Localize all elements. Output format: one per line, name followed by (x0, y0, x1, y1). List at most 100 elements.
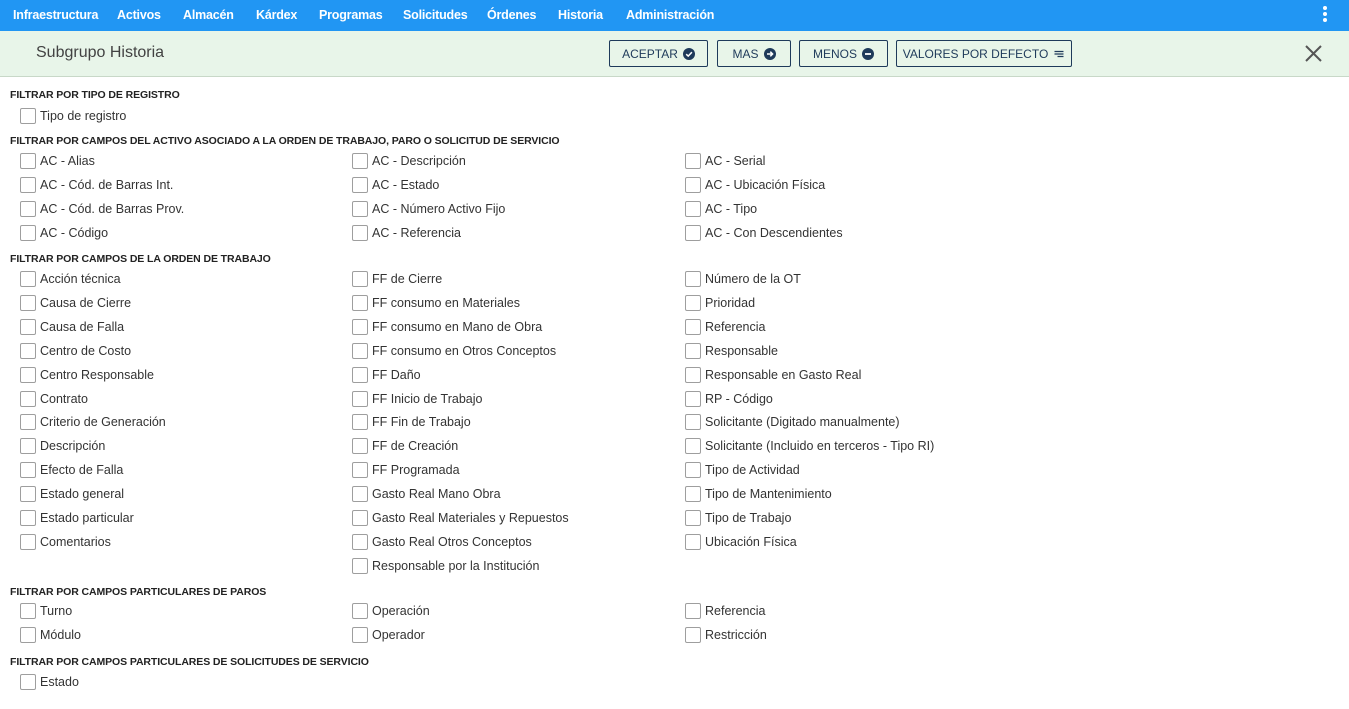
nav-item[interactable]: Historia (558, 0, 603, 31)
checkbox-box[interactable] (685, 153, 701, 169)
checkbox-box[interactable] (685, 438, 701, 454)
checkbox-box[interactable] (20, 603, 36, 619)
filter-checkbox[interactable]: AC - Con Descendientes (685, 224, 843, 242)
filter-checkbox[interactable]: Responsable en Gasto Real (685, 366, 861, 384)
nav-item[interactable]: Kárdex (256, 0, 297, 31)
nav-item[interactable]: Administración (626, 0, 714, 31)
filter-checkbox[interactable]: Responsable (685, 342, 778, 360)
checkbox-box[interactable] (685, 295, 701, 311)
checkbox-box[interactable] (352, 153, 368, 169)
filter-checkbox[interactable]: Gasto Real Otros Conceptos (352, 533, 532, 551)
checkbox-box[interactable] (352, 414, 368, 430)
filter-checkbox[interactable]: AC - Ubicación Física (685, 176, 825, 194)
checkbox-box[interactable] (352, 225, 368, 241)
filter-checkbox[interactable]: FF consumo en Otros Conceptos (352, 342, 556, 360)
checkbox-box[interactable] (20, 462, 36, 478)
checkbox-box[interactable] (20, 153, 36, 169)
checkbox-box[interactable] (685, 510, 701, 526)
filter-checkbox[interactable]: AC - Código (20, 224, 108, 242)
checkbox-box[interactable] (20, 627, 36, 643)
checkbox-box[interactable] (20, 367, 36, 383)
checkbox-box[interactable] (685, 462, 701, 478)
checkbox-box[interactable] (352, 295, 368, 311)
checkbox-box[interactable] (20, 319, 36, 335)
filter-checkbox[interactable]: Causa de Cierre (20, 294, 131, 312)
nav-item[interactable]: Infraestructura (13, 0, 98, 31)
filter-checkbox[interactable]: Operador (352, 626, 425, 644)
more-options-icon[interactable] (1318, 4, 1332, 24)
nav-item[interactable]: Almacén (183, 0, 234, 31)
nav-item[interactable]: Solicitudes (403, 0, 468, 31)
filter-checkbox[interactable]: FF Fin de Trabajo (352, 413, 471, 431)
filter-checkbox[interactable]: Comentarios (20, 533, 111, 551)
checkbox-box[interactable] (685, 367, 701, 383)
more-button[interactable]: MAS (717, 40, 791, 67)
checkbox-box[interactable] (352, 627, 368, 643)
checkbox-box[interactable] (685, 225, 701, 241)
filter-checkbox[interactable]: Causa de Falla (20, 318, 124, 336)
filter-checkbox[interactable]: Restricción (685, 626, 767, 644)
checkbox-box[interactable] (352, 438, 368, 454)
checkbox-box[interactable] (20, 534, 36, 550)
filter-checkbox[interactable]: Prioridad (685, 294, 755, 312)
checkbox-box[interactable] (20, 438, 36, 454)
checkbox-box[interactable] (685, 177, 701, 193)
nav-item[interactable]: Órdenes (487, 0, 537, 31)
filter-checkbox[interactable]: Criterio de Generación (20, 413, 166, 431)
filter-checkbox[interactable]: Centro Responsable (20, 366, 154, 384)
filter-checkbox[interactable]: AC - Cód. de Barras Prov. (20, 200, 184, 218)
filter-checkbox[interactable]: FF consumo en Mano de Obra (352, 318, 542, 336)
nav-item[interactable]: Activos (117, 0, 161, 31)
filter-checkbox[interactable]: Estado general (20, 485, 124, 503)
checkbox-box[interactable] (20, 510, 36, 526)
default-values-button[interactable]: VALORES POR DEFECTO (896, 40, 1072, 67)
filter-checkbox[interactable]: FF Inicio de Trabajo (352, 390, 482, 408)
accept-button[interactable]: ACEPTAR (609, 40, 708, 67)
filter-checkbox[interactable]: Tipo de Mantenimiento (685, 485, 832, 503)
checkbox-box[interactable] (20, 391, 36, 407)
close-icon[interactable] (1304, 44, 1323, 63)
filter-checkbox[interactable]: Centro de Costo (20, 342, 131, 360)
filter-checkbox[interactable]: Referencia (685, 602, 765, 620)
filter-checkbox[interactable]: Acción técnica (20, 270, 121, 288)
filter-checkbox[interactable]: FF de Creación (352, 437, 458, 455)
filter-checkbox[interactable]: FF Daño (352, 366, 421, 384)
checkbox-box[interactable] (352, 391, 368, 407)
checkbox-box[interactable] (20, 108, 36, 124)
filter-checkbox[interactable]: Turno (20, 602, 72, 620)
filter-checkbox[interactable]: Estado (20, 673, 79, 691)
filter-checkbox[interactable]: Solicitante (Incluido en terceros - Tipo… (685, 437, 934, 455)
checkbox-box[interactable] (352, 319, 368, 335)
checkbox-box[interactable] (352, 603, 368, 619)
filter-checkbox[interactable]: Operación (352, 602, 430, 620)
checkbox-box[interactable] (352, 367, 368, 383)
filter-checkbox[interactable]: Responsable por la Institución (352, 557, 539, 575)
filter-checkbox[interactable]: AC - Estado (352, 176, 439, 194)
checkbox-box[interactable] (20, 271, 36, 287)
filter-checkbox[interactable]: Gasto Real Mano Obra (352, 485, 501, 503)
checkbox-box[interactable] (352, 462, 368, 478)
checkbox-box[interactable] (685, 343, 701, 359)
checkbox-box[interactable] (685, 603, 701, 619)
checkbox-box[interactable] (20, 343, 36, 359)
checkbox-box[interactable] (685, 271, 701, 287)
filter-checkbox[interactable]: FF consumo en Materiales (352, 294, 520, 312)
filter-checkbox[interactable]: AC - Tipo (685, 200, 757, 218)
less-button[interactable]: MENOS (799, 40, 888, 67)
checkbox-box[interactable] (685, 201, 701, 217)
checkbox-box[interactable] (352, 271, 368, 287)
filter-checkbox[interactable]: Estado particular (20, 509, 134, 527)
checkbox-box[interactable] (20, 295, 36, 311)
filter-checkbox[interactable]: Contrato (20, 390, 88, 408)
checkbox-box[interactable] (352, 558, 368, 574)
checkbox-box[interactable] (20, 486, 36, 502)
filter-checkbox[interactable]: AC - Descripción (352, 152, 466, 170)
checkbox-box[interactable] (20, 225, 36, 241)
checkbox-box[interactable] (685, 486, 701, 502)
filter-checkbox[interactable]: AC - Referencia (352, 224, 461, 242)
checkbox-box[interactable] (352, 486, 368, 502)
filter-checkbox[interactable]: Gasto Real Materiales y Repuestos (352, 509, 569, 527)
checkbox-box[interactable] (685, 627, 701, 643)
filter-checkbox[interactable]: AC - Cód. de Barras Int. (20, 176, 173, 194)
checkbox-box[interactable] (685, 391, 701, 407)
